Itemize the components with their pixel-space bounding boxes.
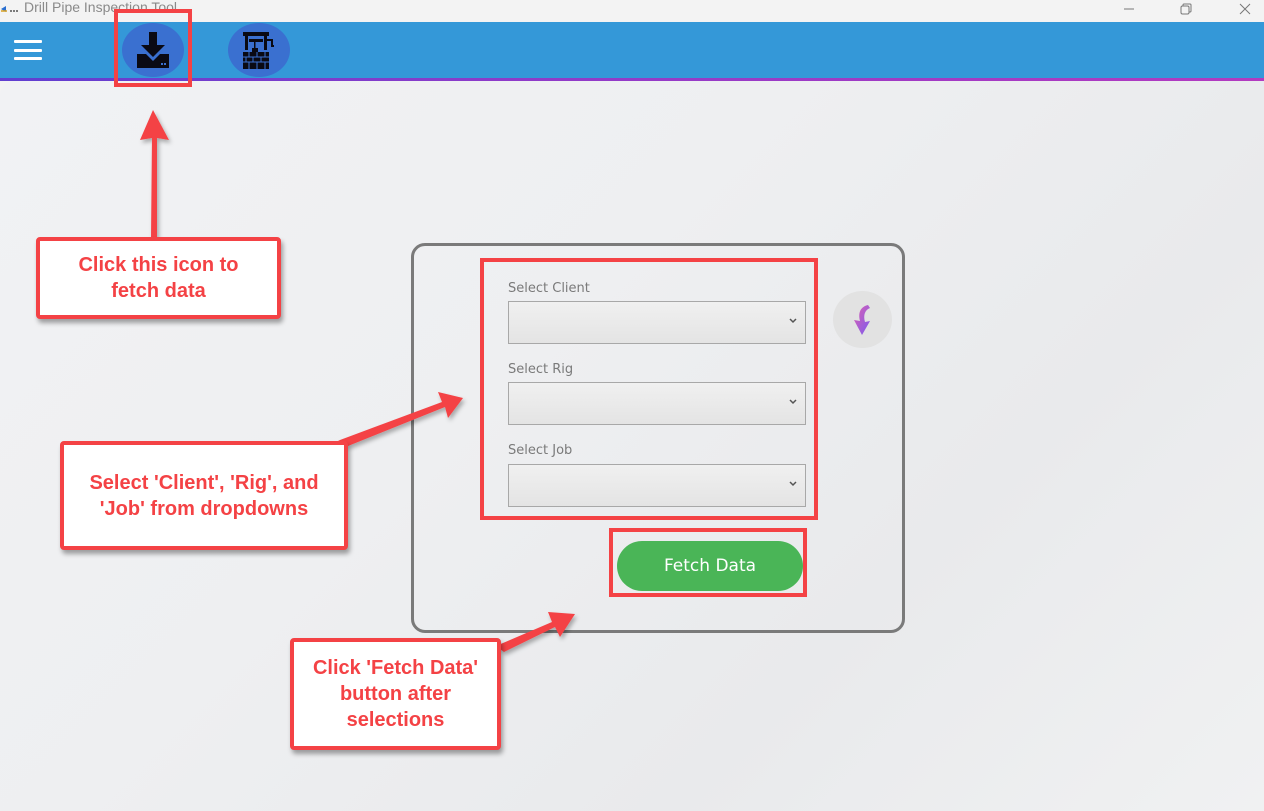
restore-icon [1180,3,1192,15]
job-label: Select Job [508,443,573,458]
refresh-button[interactable] [833,291,892,348]
app-logo-icon [1,6,18,12]
callout-fetch-icon: Click this icon to fetch data [36,237,281,319]
restore-button[interactable] [1163,0,1209,18]
window-title: Drill Pipe Inspection Tool [24,0,178,15]
oil-well-button[interactable] [228,23,290,77]
hamburger-menu-button[interactable] [14,40,42,60]
chevron-down-icon [789,318,797,324]
job-select[interactable] [508,464,806,507]
client-label: Select Client [508,281,590,296]
download-data-icon [137,32,169,68]
rig-label: Select Rig [508,362,574,377]
rig-select[interactable] [508,382,806,425]
hamburger-line [14,48,42,52]
hamburger-line [14,57,42,60]
refresh-arrow-icon [853,304,870,335]
oil-well-icon [243,32,274,69]
callout-fetch-button: Click 'Fetch Data' button after selectio… [290,638,501,750]
window-title-bar: Drill Pipe Inspection Tool [0,0,1264,22]
minimize-icon [1124,8,1134,10]
close-button[interactable] [1222,0,1264,18]
download-data-button[interactable] [122,23,184,77]
client-select[interactable] [508,301,806,344]
chevron-down-icon [789,399,797,405]
close-icon [1239,3,1251,15]
callout-select-dropdowns: Select 'Client', 'Rig', and 'Job' from d… [60,441,348,550]
app-header [0,22,1264,78]
fetch-data-button[interactable]: Fetch Data [617,541,803,591]
minimize-button[interactable] [1106,0,1152,18]
chevron-down-icon [789,481,797,487]
hamburger-menu-icon [14,40,42,43]
